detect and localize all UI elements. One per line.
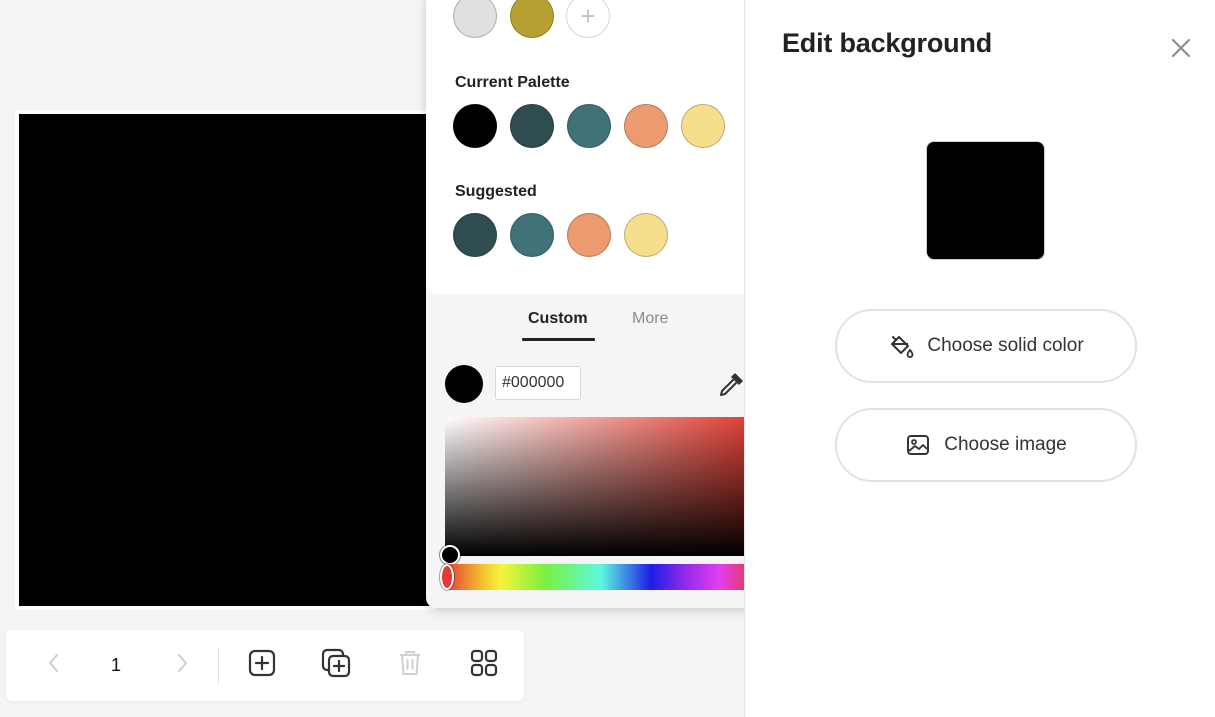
- panel-title: Edit background: [782, 28, 993, 58]
- palette-color-swatch[interactable]: [624, 104, 668, 148]
- close-button[interactable]: [1169, 36, 1193, 60]
- hue-handle[interactable]: [440, 564, 454, 590]
- tab-more[interactable]: More: [632, 310, 668, 340]
- image-icon: [905, 432, 931, 458]
- plus-icon: +: [580, 1, 596, 31]
- selected-color-swatch: [445, 365, 483, 403]
- choose-image-label: Choose image: [944, 434, 1067, 455]
- saturation-handle[interactable]: [440, 545, 460, 565]
- choose-solid-color-label: Choose solid color: [927, 335, 1084, 356]
- grid-view-button[interactable]: [462, 630, 506, 701]
- suggested-color-swatch[interactable]: [624, 213, 668, 257]
- choose-image-button[interactable]: Choose image: [835, 408, 1137, 482]
- palette-color-swatch[interactable]: [453, 104, 497, 148]
- toolbar-divider: [218, 648, 219, 684]
- edit-background-panel: Edit background Choose solid color Choos…: [744, 0, 1215, 717]
- paint-bucket-icon: [888, 333, 914, 359]
- suggested-color-swatch[interactable]: [510, 213, 554, 257]
- choose-solid-color-button[interactable]: Choose solid color: [835, 309, 1137, 383]
- color-picker-popover: + Current Palette Suggested Custom More: [426, 0, 774, 608]
- suggested-label: Suggested: [455, 183, 537, 200]
- trash-icon: [397, 649, 423, 682]
- next-page-button[interactable]: [168, 630, 198, 701]
- page-toolbar: 1: [6, 630, 524, 701]
- grid-icon: [470, 649, 498, 682]
- design-canvas[interactable]: [19, 114, 431, 606]
- close-icon: [1169, 38, 1193, 64]
- tab-custom[interactable]: Custom: [528, 310, 588, 340]
- canvas-frame: [15, 110, 435, 610]
- eyedropper-icon: [716, 373, 746, 404]
- color-mode-tabs: Custom More: [426, 310, 774, 340]
- add-page-button[interactable]: [240, 630, 284, 701]
- hex-input[interactable]: [495, 366, 581, 400]
- chevron-right-icon: [177, 653, 189, 678]
- current-palette-label: Current Palette: [455, 74, 570, 91]
- hue-slider[interactable]: [445, 564, 757, 590]
- background-preview: [926, 141, 1045, 260]
- suggested-color-swatch[interactable]: [453, 213, 497, 257]
- recent-color-swatch[interactable]: [453, 0, 497, 38]
- duplicate-page-icon: [321, 648, 351, 683]
- palette-color-swatch[interactable]: [510, 104, 554, 148]
- add-page-icon: [248, 649, 276, 682]
- chevron-left-icon: [47, 653, 59, 678]
- current-page-number: 1: [110, 655, 121, 675]
- saturation-brightness-field[interactable]: [445, 417, 757, 556]
- delete-page-button[interactable]: [388, 630, 432, 701]
- palette-color-swatch[interactable]: [681, 104, 725, 148]
- active-tab-indicator: [522, 338, 595, 341]
- prev-page-button[interactable]: [38, 630, 68, 701]
- suggested-color-swatch[interactable]: [567, 213, 611, 257]
- palette-color-swatch[interactable]: [567, 104, 611, 148]
- palette-section: + Current Palette Suggested: [426, 0, 774, 294]
- eyedropper-button[interactable]: [716, 370, 746, 400]
- add-color-button[interactable]: +: [566, 0, 610, 38]
- recent-color-swatch[interactable]: [510, 0, 554, 38]
- duplicate-page-button[interactable]: [314, 630, 358, 701]
